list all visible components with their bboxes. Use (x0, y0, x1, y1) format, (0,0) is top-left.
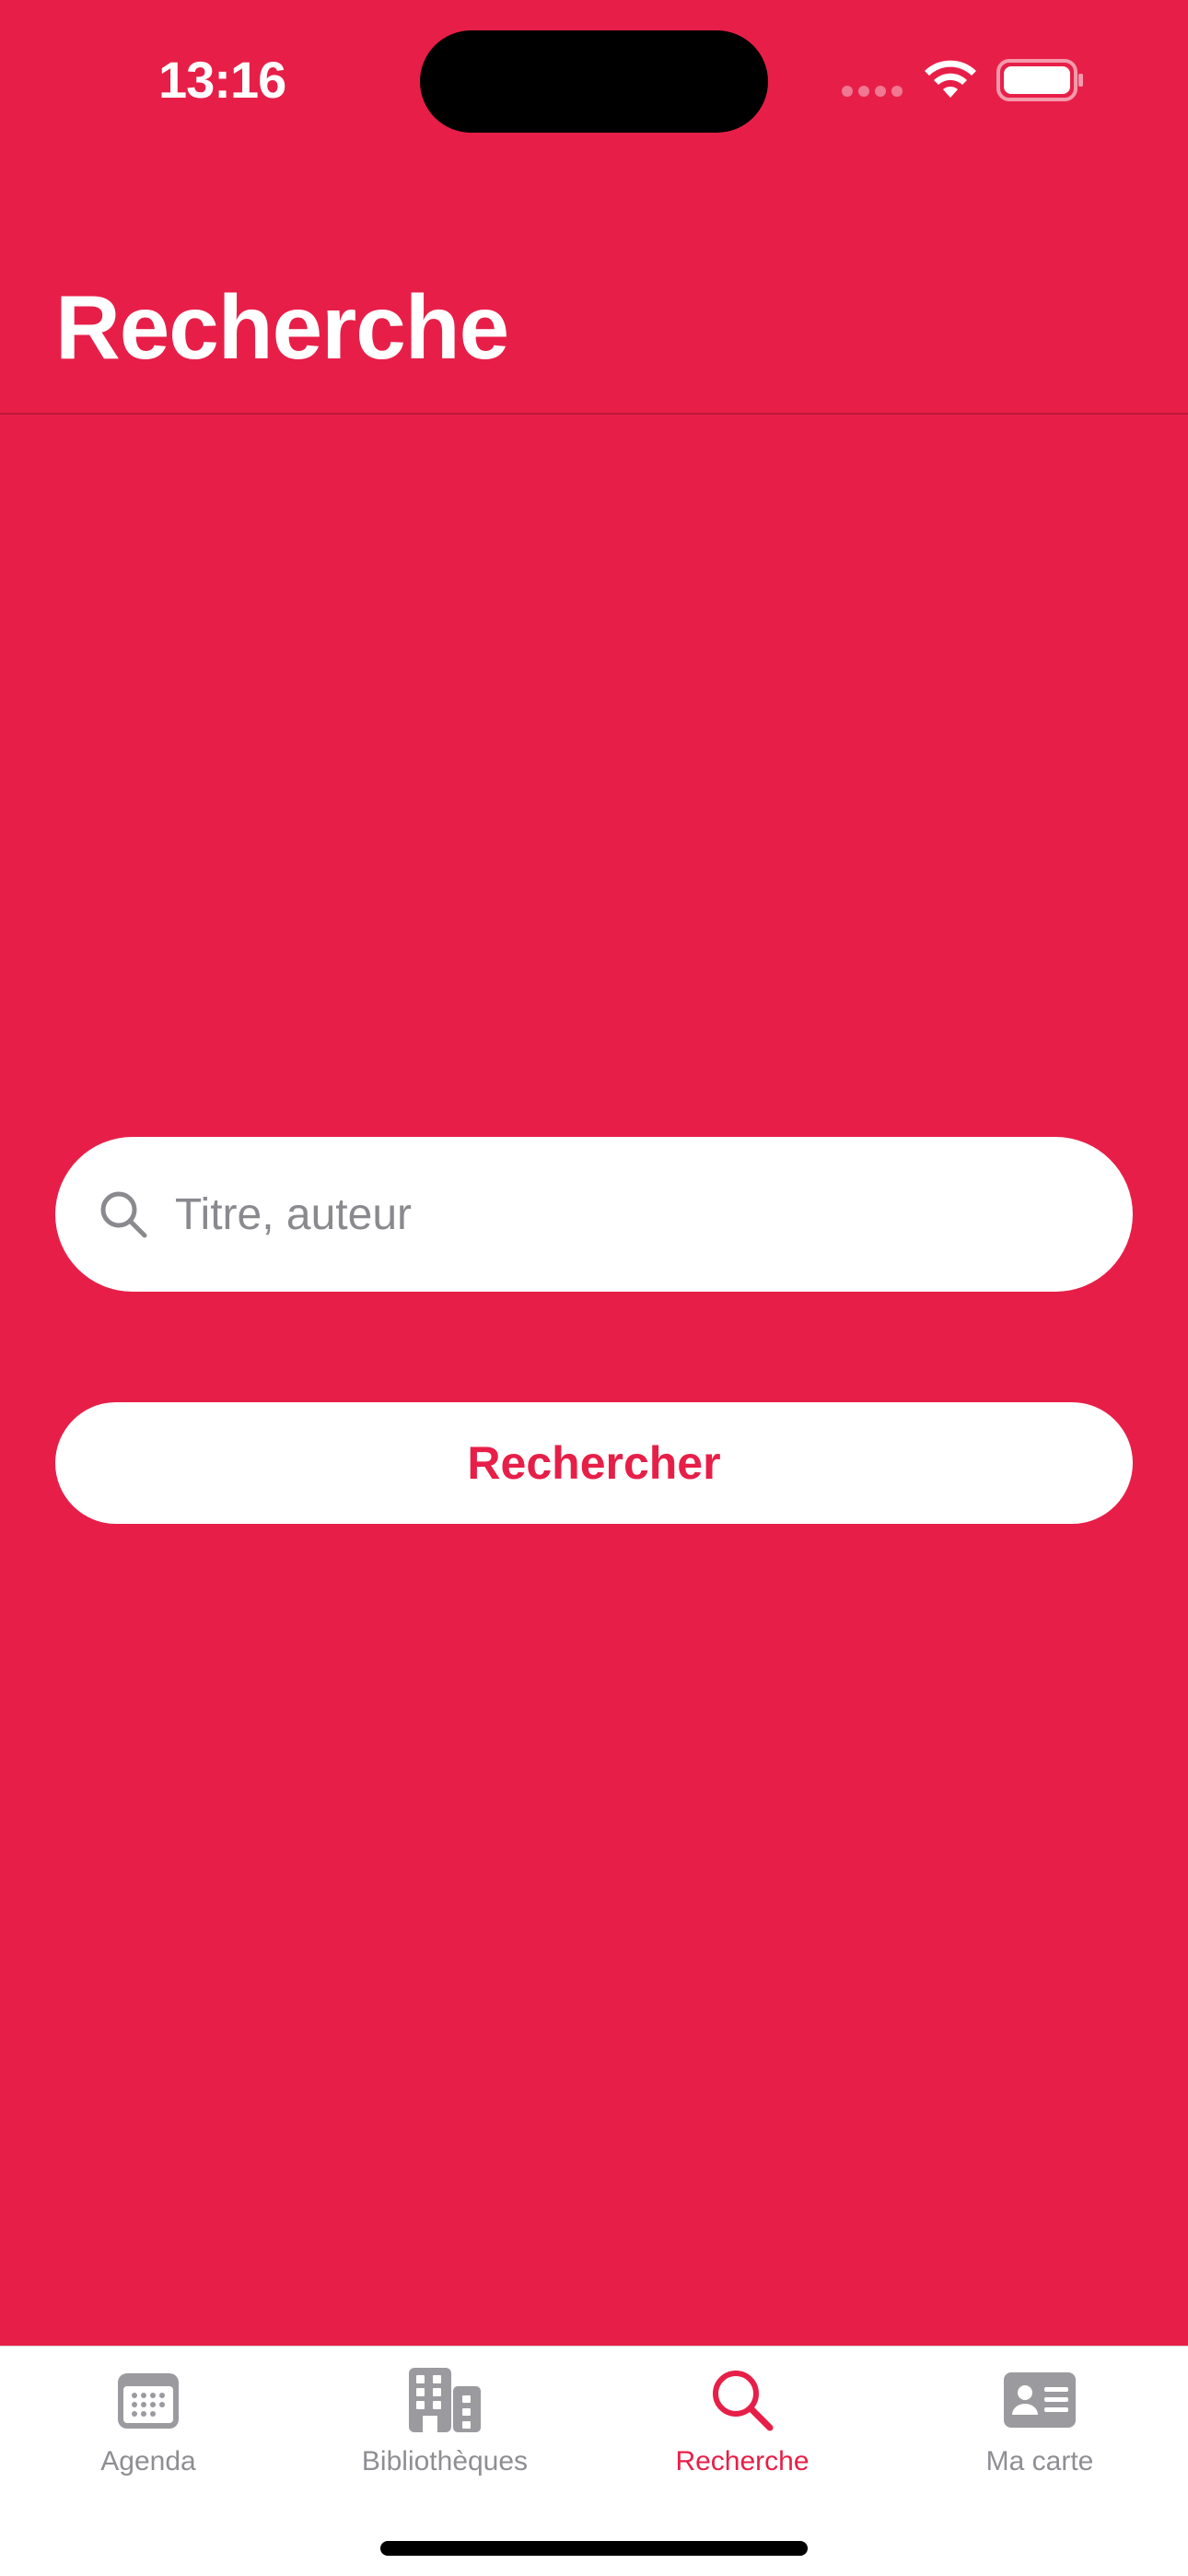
search-input[interactable] (164, 1137, 1085, 1292)
tab-ma-carte[interactable]: Ma carte (891, 2347, 1188, 2503)
home-indicator (380, 2541, 808, 2556)
search-field[interactable] (55, 1137, 1133, 1292)
tab-bibliotheques[interactable]: Bibliothèques (297, 2347, 593, 2503)
dynamic-island (420, 30, 768, 133)
id-card-icon (998, 2365, 1081, 2435)
status-time: 13:16 (158, 51, 286, 109)
search-button[interactable]: Rechercher (55, 1402, 1133, 1524)
calendar-icon (107, 2365, 190, 2435)
status-bar: 13:16 (0, 0, 1188, 157)
tab-recherche[interactable]: Recherche (594, 2347, 891, 2503)
search-icon (100, 1191, 147, 1238)
tab-agenda[interactable]: Agenda (0, 2347, 297, 2503)
signal-icon (842, 86, 906, 99)
search-icon (701, 2365, 784, 2435)
battery-icon (996, 59, 1083, 101)
tab-label-ma-carte: Ma carte (985, 2446, 1094, 2476)
buildings-icon (403, 2365, 486, 2435)
tab-label-recherche: Recherche (675, 2446, 809, 2476)
wifi-icon (925, 60, 976, 98)
page-title: Recherche (55, 276, 509, 378)
tab-label-bibliotheques: Bibliothèques (361, 2446, 529, 2476)
nav-divider (0, 413, 1188, 415)
tab-label-agenda: Agenda (100, 2446, 196, 2476)
